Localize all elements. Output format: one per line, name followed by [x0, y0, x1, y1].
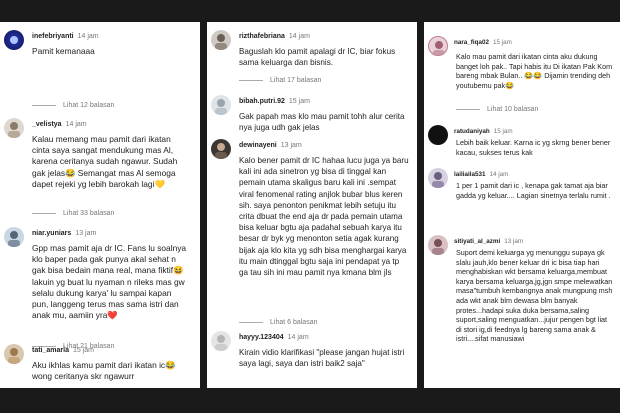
username[interactable]: niar.yuniars	[32, 230, 71, 237]
username[interactable]: ratudaniyah	[454, 128, 490, 135]
username[interactable]: inefebriyanti	[32, 33, 74, 40]
username[interactable]: _velistya	[32, 121, 62, 128]
avatar[interactable]	[428, 168, 448, 188]
comment-header: nara_fiqa02 15 jam	[454, 39, 512, 46]
divider	[239, 322, 263, 323]
comment-panel-middle: rizthafebriana 14 jam Baguslah klo pamit …	[207, 22, 417, 388]
timestamp: 14 jam	[489, 171, 509, 178]
avatar[interactable]	[428, 36, 448, 56]
comment-panel-right: nara_fiqa02 15 jam Kalo mau pamit dari ik…	[424, 22, 620, 388]
timestamp: 14 jam	[288, 33, 310, 40]
timestamp: 15 jam	[72, 347, 94, 354]
comment-text: Kalau memang mau pamit dari ikatan cinta…	[32, 134, 178, 189]
timestamp: 14 jam	[77, 33, 99, 40]
comment-header: bibah.putri.92 15 jam	[239, 98, 310, 105]
divider	[456, 109, 480, 110]
comment-header: dewinayeni 13 jam	[239, 142, 302, 149]
comment-text: Aku ikhlas kamu pamit dari ikatan ic😂 wo…	[32, 360, 176, 382]
avatar[interactable]	[4, 118, 24, 138]
comment-text: Kalo bener pamit dr IC hahaa lucu juga y…	[239, 156, 409, 278]
comment-header: rizthafebriana 14 jam	[239, 33, 310, 40]
avatar[interactable]	[211, 139, 231, 159]
username[interactable]: tati_amaria	[32, 347, 69, 354]
comment-text: Kirain vidio klarifikasi "please jangan …	[239, 348, 405, 369]
username[interactable]: lailiaila531	[454, 171, 486, 178]
username[interactable]: dewinayeni	[239, 142, 277, 149]
avatar[interactable]	[428, 235, 448, 255]
view-replies-button[interactable]: Lihat 33 balasan	[32, 210, 114, 217]
avatar[interactable]	[211, 95, 231, 115]
view-replies-button[interactable]: Lihat 17 balasan	[239, 77, 321, 84]
comment-header: _velistya 14 jam	[32, 121, 87, 128]
comment-header: ratudaniyah 15 jam	[454, 128, 513, 135]
avatar[interactable]	[211, 331, 231, 351]
timestamp: 14 jam	[287, 334, 309, 341]
avatar[interactable]	[4, 30, 24, 50]
username[interactable]: hayyy.123404	[239, 334, 284, 341]
view-replies-button[interactable]: Lihat 6 balasan	[239, 319, 317, 326]
comment-text: 1 per 1 pamit dari ic , kenapa gak tamat…	[456, 181, 611, 200]
timestamp: 13 jam	[280, 142, 302, 149]
divider	[32, 105, 56, 106]
view-replies-button[interactable]: Lihat 10 balasan	[456, 106, 538, 113]
username[interactable]: bibah.putri.92	[239, 98, 285, 105]
comment-header: lailiaila531 14 jam	[454, 171, 508, 178]
timestamp: 15 jam	[493, 39, 512, 46]
username[interactable]: nara_fiqa02	[454, 39, 489, 46]
comment-text: Kalo mau pamit dari ikatan cinta aku duk…	[456, 52, 613, 90]
timestamp: 15 jam	[493, 128, 513, 135]
comment-header: hayyy.123404 14 jam	[239, 334, 309, 341]
comment-panel-left: inefebriyanti 14 jam Pamit kemanaaa Lihat…	[0, 22, 200, 388]
view-replies-button[interactable]: Lihat 12 balasan	[32, 102, 114, 109]
comment-header: tati_amaria 15 jam	[32, 347, 94, 354]
comment-text: Gpp mas pamit aja dr IC. Fans lu soalnya…	[32, 243, 187, 321]
comment-header: inefebriyanti 14 jam	[32, 33, 99, 40]
comment-text: Suport demi keluarga yg menunggu supaya …	[456, 248, 613, 344]
comment-header: sitiyati_al_azmi 13 jam	[454, 238, 523, 245]
comment-text: Baguslah klo pamit apalagi dr IC, biar f…	[239, 47, 396, 68]
avatar[interactable]	[4, 344, 24, 364]
timestamp: 14 jam	[65, 121, 87, 128]
avatar[interactable]	[428, 125, 448, 145]
username[interactable]: rizthafebriana	[239, 33, 285, 40]
avatar[interactable]	[211, 30, 231, 50]
avatar[interactable]	[4, 227, 24, 247]
comment-text: Lebih baik keluar. Karna ic yg skrng ben…	[456, 138, 611, 157]
timestamp: 13 jam	[75, 230, 97, 237]
username[interactable]: sitiyati_al_azmi	[454, 238, 500, 245]
divider	[239, 80, 263, 81]
comment-header: niar.yuniars 13 jam	[32, 230, 96, 237]
comment-text: Gak papah mas klo mau pamit tohh alur ce…	[239, 112, 405, 133]
divider	[32, 213, 56, 214]
timestamp: 13 jam	[504, 238, 524, 245]
timestamp: 15 jam	[288, 98, 310, 105]
comment-text: Pamit kemanaaa	[32, 46, 95, 56]
